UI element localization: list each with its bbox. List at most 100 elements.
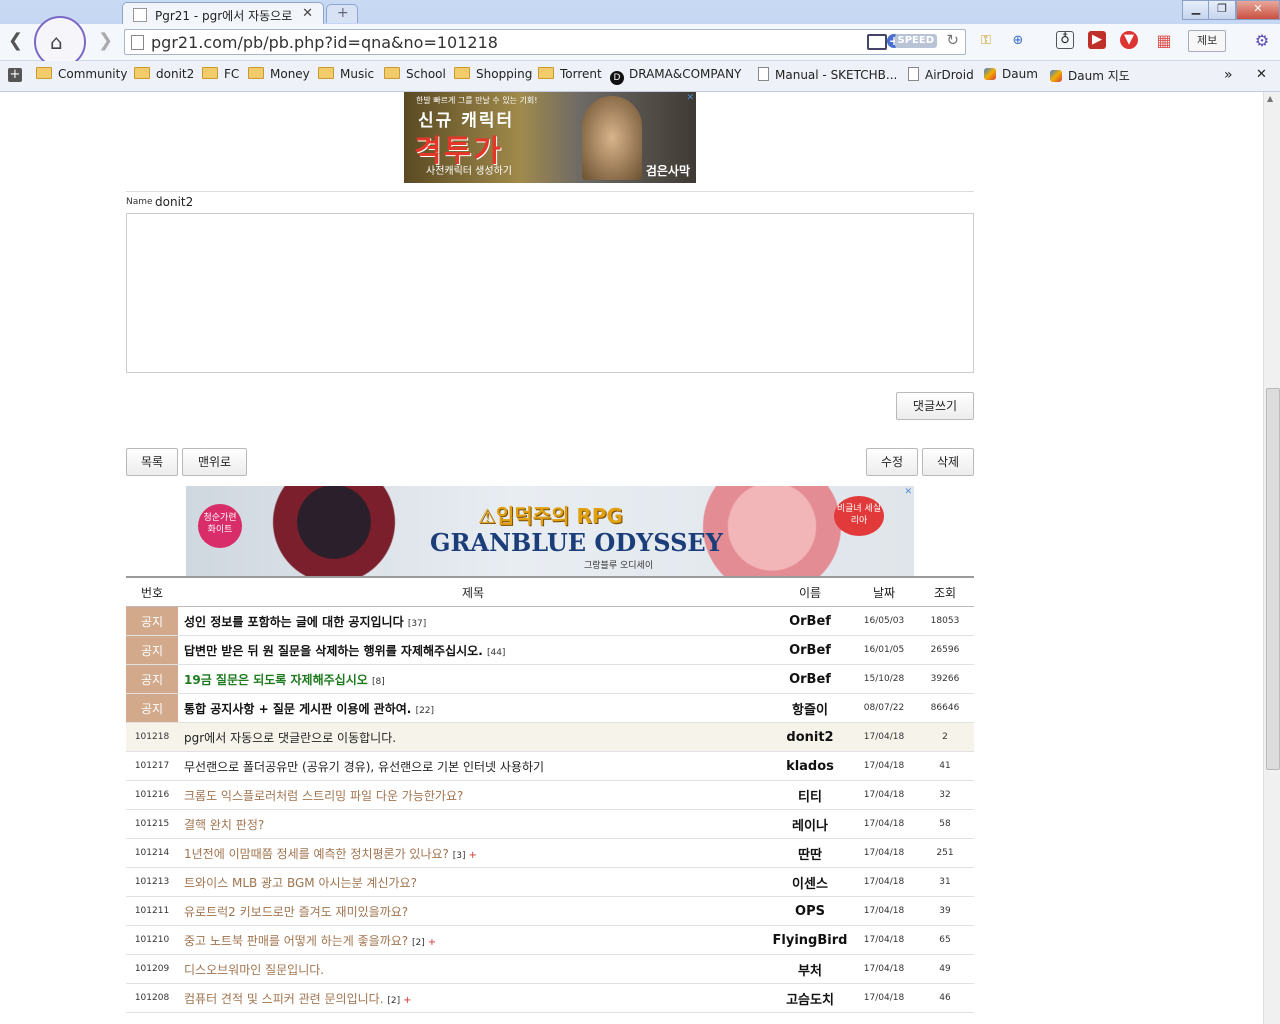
go-top-button[interactable]: 맨위로 — [182, 448, 247, 476]
author-name[interactable]: 부처 — [768, 954, 852, 984]
bookmark-airdroid[interactable]: AirDroid — [908, 67, 974, 85]
subject-link[interactable]: 크롬도 익스플로러처럼 스트리밍 파일 다운 가능한가요? — [184, 789, 463, 803]
table-row[interactable]: 101211 유로트럭2 키보드로만 즐겨도 재미있을까요? OPS 17/04/18… — [126, 896, 974, 926]
subject-link[interactable]: 성인 정보를 포함하는 글에 대한 공지입니다 — [184, 615, 404, 629]
new-tab-button[interactable]: + — [326, 4, 358, 23]
ad-close-icon[interactable]: ✕ — [686, 93, 694, 103]
post-subject[interactable]: 트와이스 MLB 광고 BGM 아시는분 계신가요? — [178, 867, 768, 897]
close-tab-icon[interactable]: ✕ — [302, 6, 313, 21]
notice-subject[interactable]: 성인 정보를 포함하는 글에 대한 공지입니다 [37] — [178, 606, 768, 636]
author-name[interactable]: FlyingBird — [768, 925, 852, 955]
table-row[interactable]: 101218 pgr에서 자동으로 댓글란으로 이동합니다. donit2 17/04… — [126, 722, 974, 752]
table-row[interactable]: 101213 트와이스 MLB 광고 BGM 아시는분 계신가요? 이센스 17/04… — [126, 867, 974, 897]
author-name[interactable]: 딴딴 — [768, 838, 852, 868]
bookmark-daum-map[interactable]: Daum 지도 — [1050, 67, 1130, 85]
subject-link[interactable]: 트와이스 MLB 광고 BGM 아시는분 계신가요? — [184, 876, 417, 890]
notice-subject[interactable]: 19금 질문은 되도록 자제해주십시오 [8] — [178, 664, 768, 694]
table-row[interactable]: 101214 1년전에 이맘때쯤 정세를 예측한 정치평론가 있나요? [3] + 딴… — [126, 838, 974, 868]
subject-link[interactable]: 결핵 완치 판정? — [184, 818, 264, 832]
bookmark-shopping[interactable]: Shopping — [454, 67, 532, 85]
shield-icon[interactable]: ▼ — [1120, 31, 1138, 49]
subject-link[interactable]: 중고 노트북 판매를 어떻게 하는게 좋을까요? — [184, 934, 408, 948]
minimize-button[interactable]: ▁ — [1182, 0, 1210, 20]
close-bar-icon[interactable]: ✕ — [1256, 67, 1267, 85]
post-subject[interactable]: 중고 노트북 판매를 어떻게 하는게 좋을까요? [2] + — [178, 925, 768, 955]
post-subject[interactable]: 컴퓨터 견적 및 스피커 관련 문의입니다. [2] + — [178, 983, 768, 1013]
window-close-button[interactable]: ✕ — [1236, 0, 1280, 20]
report-button[interactable]: 제보 — [1188, 30, 1227, 52]
author-name[interactable]: OPS — [768, 896, 852, 926]
lightbulb-icon[interactable]: ♁ — [1056, 31, 1074, 49]
maximize-button[interactable]: ❐ — [1208, 0, 1236, 20]
zoom-icon[interactable]: ⊕ — [1008, 31, 1028, 51]
forward-icon[interactable]: ❯ — [98, 30, 113, 51]
table-row[interactable]: 101208 컴퓨터 견적 및 스피커 관련 문의입니다. [2] + 고슴도치 17/… — [126, 983, 974, 1013]
subject-link[interactable]: 답변만 받은 뒤 원 질문을 삭제하는 행위를 자제해주십시오. — [184, 644, 483, 658]
apps-grid-icon[interactable]: ▦ — [1154, 31, 1174, 51]
post-subject[interactable]: 디스오브워마인 질문입니다. — [178, 954, 768, 984]
subject-link[interactable]: pgr에서 자동으로 댓글란으로 이동합니다. — [184, 731, 396, 745]
notice-row[interactable]: 공지 성인 정보를 포함하는 글에 대한 공지입니다 [37] OrBef 16/05… — [126, 606, 974, 636]
bookmark-daum[interactable]: Daum — [984, 67, 1038, 85]
author-name[interactable]: klados — [768, 751, 852, 781]
bookmark-fc[interactable]: FC — [202, 67, 239, 85]
author-name[interactable]: 고슴도치 — [768, 983, 852, 1013]
bookmark-community[interactable]: Community — [36, 67, 127, 85]
post-subject[interactable]: 유로트럭2 키보드로만 즐겨도 재미있을까요? — [178, 896, 768, 926]
subject-link[interactable]: 컴퓨터 견적 및 스피커 관련 문의입니다. — [184, 992, 384, 1006]
bookmark-school[interactable]: School — [384, 67, 446, 85]
reload-icon[interactable]: ↻ — [946, 31, 959, 49]
bookmark-donit2[interactable]: donit2 — [134, 67, 194, 85]
subject-link[interactable]: 유로트럭2 키보드로만 즐겨도 재미있을까요? — [184, 905, 408, 919]
scroll-thumb[interactable] — [1266, 388, 1280, 770]
bookmark-music[interactable]: Music — [318, 67, 374, 85]
notice-subject[interactable]: 통합 공지사항 + 질문 게시판 이용에 관하여. [22] — [178, 693, 768, 723]
back-icon[interactable]: ❮ — [8, 30, 23, 51]
author-name[interactable]: 항즐이 — [768, 693, 852, 723]
table-row[interactable]: 101216 크롬도 익스플로러처럼 스트리밍 파일 다운 가능한가요? 티티 17/… — [126, 780, 974, 810]
subject-link[interactable]: 무선랜으로 폴더공유만 (공유기 경유), 유선랜으로 기본 인터넷 사용하기 — [184, 760, 544, 774]
bookmark-drama-company[interactable]: D DRAMA&COMPANY — [610, 67, 741, 85]
author-name[interactable]: OrBef — [768, 635, 852, 665]
comment-submit-button[interactable]: 댓글쓰기 — [896, 392, 974, 420]
address-bar[interactable]: pgr21.com/pb/pb.php?id=qna&no=101218 + S… — [124, 29, 966, 55]
comment-textarea[interactable] — [126, 213, 974, 373]
post-subject[interactable]: 결핵 완치 판정? — [178, 809, 768, 839]
notice-subject[interactable]: 답변만 받은 뒤 원 질문을 삭제하는 행위를 자제해주십시오. [44] — [178, 635, 768, 665]
list-button[interactable]: 목록 — [126, 448, 178, 476]
table-row[interactable]: 101215 결핵 완치 판정? 레이나 17/04/18 58 — [126, 809, 974, 839]
post-subject[interactable]: pgr에서 자동으로 댓글란으로 이동합니다. — [178, 722, 768, 752]
author-name[interactable]: OrBef — [768, 606, 852, 636]
tab-active[interactable]: Pgr21 - pgr에서 자동으로 ✕ — [122, 2, 324, 25]
bookmark-money[interactable]: Money — [248, 67, 310, 85]
bookmark-torrent[interactable]: Torrent — [538, 67, 602, 85]
author-name[interactable]: OrBef — [768, 664, 852, 694]
notice-row[interactable]: 공지 답변만 받은 뒤 원 질문을 삭제하는 행위를 자제해주십시오. [44] O… — [126, 635, 974, 665]
ad-close-icon[interactable]: ✕ — [904, 487, 912, 497]
author-name[interactable]: donit2 — [768, 722, 852, 752]
notice-row[interactable]: 공지 19금 질문은 되도록 자제해주십시오 [8] OrBef 15/10/28 39… — [126, 664, 974, 694]
page-scrollbar[interactable]: ▲ — [1263, 92, 1280, 1024]
bookmark-manual-sketchbook[interactable]: Manual - SKETCHB... — [758, 67, 897, 85]
notice-row[interactable]: 공지 통합 공지사항 + 질문 게시판 이용에 관하여. [22] 항즐이 08/07… — [126, 693, 974, 723]
middle-ad-banner[interactable]: 청순가련 화이트 비글녀 세실리아 ⚠입덕주의 RPG GRANBLUE ODY… — [186, 486, 914, 576]
more-bookmarks-icon[interactable]: » — [1224, 67, 1233, 85]
table-row[interactable]: 101209 디스오브워마인 질문입니다. 부처 17/04/18 49 — [126, 954, 974, 984]
author-name[interactable]: 티티 — [768, 780, 852, 810]
subject-link[interactable]: 통합 공지사항 + 질문 게시판 이용에 관하여. — [184, 702, 411, 716]
edit-button[interactable]: 수정 — [866, 448, 918, 476]
subject-link[interactable]: 디스오브워마인 질문입니다. — [184, 963, 324, 977]
post-subject[interactable]: 무선랜으로 폴더공유만 (공유기 경유), 유선랜으로 기본 인터넷 사용하기 — [178, 751, 768, 781]
post-subject[interactable]: 크롬도 익스플로러처럼 스트리밍 파일 다운 가능한가요? — [178, 780, 768, 810]
apps-plus-icon[interactable]: + — [8, 68, 22, 82]
delete-button[interactable]: 삭제 — [922, 448, 974, 476]
author-name[interactable]: 레이나 — [768, 809, 852, 839]
monitor-icon[interactable] — [867, 34, 887, 50]
subject-link[interactable]: 19금 질문은 되도록 자제해주십시오 — [184, 673, 368, 687]
speed-badge[interactable]: SPEED — [894, 34, 937, 48]
scroll-up-icon[interactable]: ▲ — [1267, 94, 1273, 103]
settings-gear-icon[interactable]: ⚙ — [1252, 31, 1272, 51]
subject-link[interactable]: 1년전에 이맘때쯤 정세를 예측한 정치평론가 있나요? — [184, 847, 449, 861]
media-icon[interactable]: ▶ — [1088, 31, 1106, 49]
post-subject[interactable]: 1년전에 이맘때쯤 정세를 예측한 정치평론가 있나요? [3] + — [178, 838, 768, 868]
